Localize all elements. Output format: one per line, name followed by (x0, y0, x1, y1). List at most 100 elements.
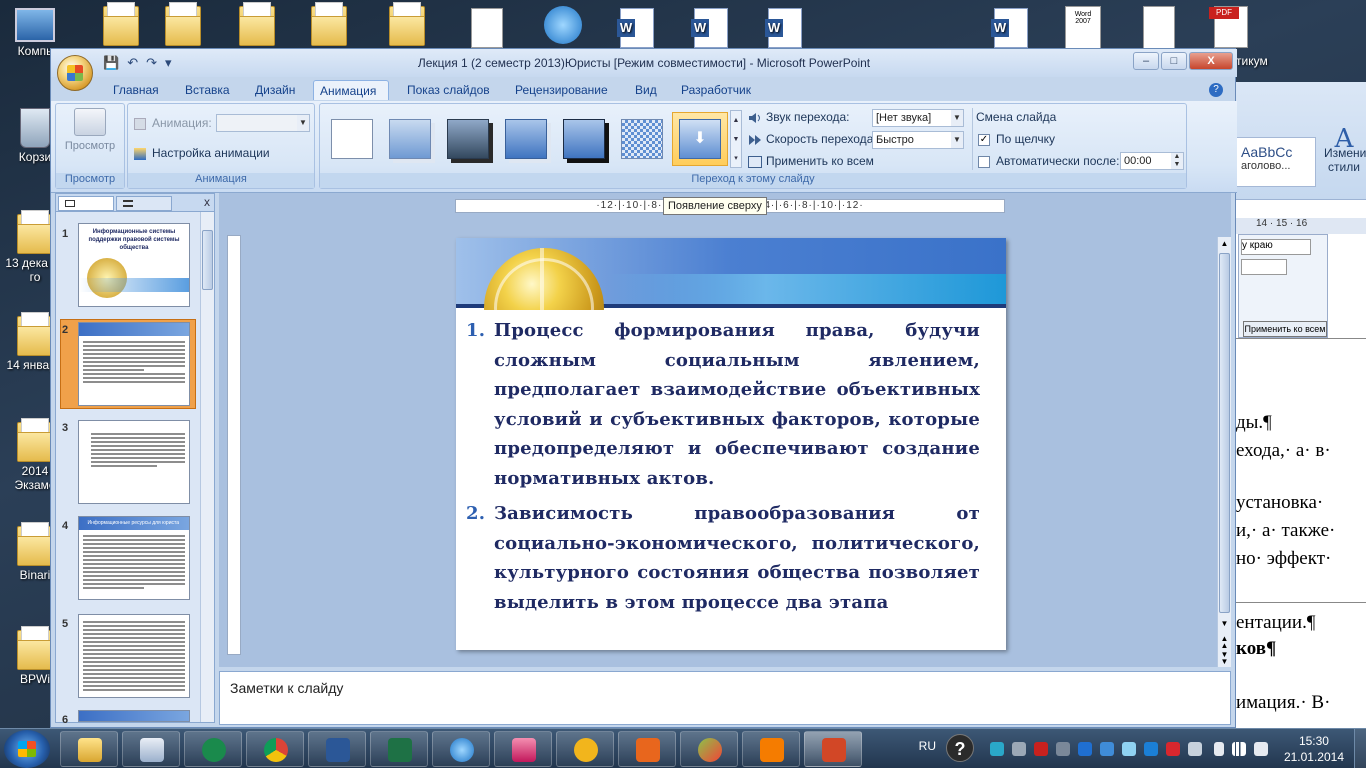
tray-icon[interactable] (1144, 742, 1158, 756)
desktop-icon-folder[interactable] (222, 2, 292, 48)
slide-thumbnail-5[interactable] (78, 614, 190, 698)
scroll-down-icon[interactable]: ▼ (1218, 617, 1231, 631)
bluetooth-icon[interactable] (1078, 742, 1092, 756)
scroll-up-icon[interactable]: ▲ (1218, 237, 1231, 251)
tab-slides[interactable] (58, 196, 114, 211)
custom-animation-button[interactable]: Настройка анимации (152, 146, 270, 160)
desktop-icon-word-doc[interactable] (750, 8, 820, 48)
transition-fade-black[interactable] (440, 112, 496, 166)
clock[interactable]: 15:30 21.01.2014 (1284, 733, 1344, 765)
slides-panel-scrollbar[interactable] (200, 212, 214, 722)
taskbar-word[interactable] (308, 731, 366, 767)
tray-icon[interactable] (1122, 742, 1136, 756)
tray-icon[interactable] (1034, 742, 1048, 756)
slide-area-scrollbar[interactable]: ▲ ▼ ▲ ▲ ▼ ▼ (1217, 237, 1231, 667)
word-quick-styles[interactable]: AaBbCc аголово... (1236, 137, 1316, 187)
scroll-thumb[interactable] (1219, 253, 1230, 613)
undo-icon[interactable]: ↶ (127, 55, 138, 71)
desktop-icon-pdf[interactable]: PDF тикум (1196, 6, 1268, 68)
transition-none[interactable] (324, 112, 380, 166)
dialog-apply-all-button[interactable]: Применить ко всем (1243, 321, 1327, 337)
taskbar-excel[interactable] (370, 731, 428, 767)
help-icon[interactable]: ? (1209, 83, 1223, 97)
on-click-checkbox[interactable]: ✓ (978, 134, 990, 146)
tab-review[interactable]: Рецензирование (509, 80, 614, 100)
auto-after-time-input[interactable]: 00:00 ▲ ▼ (1120, 152, 1184, 170)
transition-dissolve[interactable] (614, 112, 670, 166)
taskbar-hp[interactable] (184, 731, 242, 767)
transition-cut[interactable] (498, 112, 554, 166)
next-slide-icon[interactable]: ▼ ▼ (1218, 651, 1231, 666)
desktop-icon-folder[interactable] (86, 2, 156, 48)
preview-button[interactable]: Просмотр (60, 108, 120, 152)
taskbar-media[interactable] (618, 731, 676, 767)
desktop-icon-document[interactable] (1124, 6, 1194, 50)
animation-combo[interactable]: ▼ (216, 114, 310, 132)
network-icon[interactable] (1188, 742, 1202, 756)
sound-combo[interactable]: [Нет звука] ▼ (872, 109, 964, 127)
close-panel-icon[interactable]: x (204, 195, 210, 209)
current-slide[interactable]: 1. Процесс формирования права, будучи сл… (456, 238, 1006, 650)
slide-content-list[interactable]: 1. Процесс формирования права, будучи сл… (466, 316, 980, 623)
transition-cover-down[interactable]: ⬇ (672, 112, 728, 166)
desktop-icon-word-doc[interactable] (602, 8, 672, 48)
desktop-icon-word-doc[interactable] (976, 8, 1046, 48)
tab-developer[interactable]: Разработчик (675, 80, 757, 100)
battery-icon[interactable] (1214, 742, 1224, 756)
notes-pane[interactable]: Заметки к слайду (219, 671, 1231, 725)
desktop-icon-document[interactable] (452, 8, 522, 48)
language-indicator[interactable]: RU (919, 739, 936, 753)
desktop-icon-internet-explorer[interactable] (528, 6, 598, 44)
signal-icon[interactable] (1232, 742, 1246, 756)
tray-icon[interactable] (1166, 742, 1180, 756)
tray-icon[interactable] (1056, 742, 1070, 756)
tab-view[interactable]: Вид (629, 80, 663, 100)
tab-slide-show[interactable]: Показ слайдов (401, 80, 496, 100)
taskbar-odnoklassniki[interactable] (742, 731, 800, 767)
tab-animation[interactable]: Анимация (313, 80, 389, 100)
slide-thumbnail-4[interactable]: Информационные ресурсы для юриста (78, 516, 190, 600)
desktop-icon-word-doc[interactable] (676, 8, 746, 48)
transition-fade-smooth[interactable] (382, 112, 438, 166)
gallery-scroll[interactable]: ▲ ▼ ▾ (730, 110, 742, 168)
previous-slide-icon[interactable]: ▲ ▲ (1218, 635, 1231, 650)
tray-icon[interactable] (990, 742, 1004, 756)
spinner-icon[interactable]: ▲ ▼ (1171, 153, 1183, 169)
taskbar-app[interactable] (494, 731, 552, 767)
taskbar-chrome[interactable] (246, 731, 304, 767)
taskbar-internet-explorer[interactable] (432, 731, 490, 767)
desktop-icon-folder[interactable] (148, 2, 218, 48)
tray-icon[interactable] (1100, 742, 1114, 756)
taskbar-app[interactable] (122, 731, 180, 767)
volume-icon[interactable] (1254, 742, 1268, 756)
redo-icon[interactable]: ↷ (146, 55, 157, 71)
speed-combo[interactable]: Быстро ▼ (872, 131, 964, 149)
customize-qat-icon[interactable]: ▾ (165, 55, 172, 71)
slide-thumbnail-6[interactable] (78, 710, 190, 722)
change-styles-button[interactable]: A Изменить стили (1324, 126, 1366, 174)
tab-design[interactable]: Дизайн (249, 80, 301, 100)
close-button[interactable]: X (1189, 52, 1233, 70)
desktop-icon-folder[interactable] (294, 2, 364, 48)
taskbar-explorer[interactable] (60, 731, 118, 767)
apply-all-button[interactable]: Применить ко всем (766, 154, 874, 168)
tab-outline[interactable] (116, 196, 172, 211)
dialog-field[interactable]: у краю (1241, 239, 1311, 255)
save-icon[interactable]: 💾 (103, 55, 119, 71)
show-desktop-button[interactable] (1354, 729, 1366, 768)
office-button[interactable] (57, 55, 93, 91)
taskbar-app[interactable] (680, 731, 738, 767)
taskbar-mail[interactable] (556, 731, 614, 767)
scroll-thumb[interactable] (202, 230, 213, 290)
desktop-icon-word2007-book[interactable]: Word 2007 (1048, 6, 1118, 50)
tab-insert[interactable]: Вставка (179, 80, 236, 100)
slide-thumbnail-3[interactable] (78, 420, 190, 504)
start-button[interactable] (4, 730, 50, 768)
auto-after-checkbox[interactable] (978, 156, 990, 168)
dialog-combo[interactable] (1241, 259, 1287, 275)
taskbar-powerpoint[interactable] (804, 731, 862, 767)
tray-icon[interactable] (1012, 742, 1026, 756)
maximize-button[interactable]: □ (1161, 52, 1187, 70)
desktop-icon-folder[interactable] (372, 2, 442, 48)
slide-thumbnail-1[interactable]: Информационные системы поддержки правово… (78, 223, 190, 307)
